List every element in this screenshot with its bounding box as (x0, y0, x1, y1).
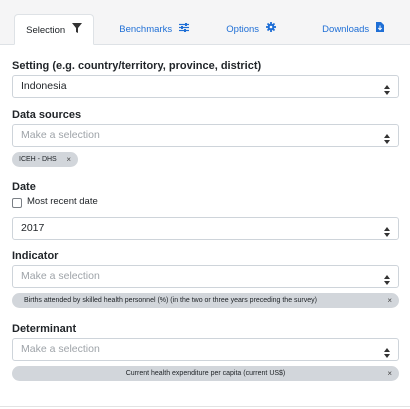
close-icon[interactable]: × (66, 152, 71, 167)
setting-select[interactable]: Indonesia (12, 75, 399, 98)
sort-caret-icon (384, 345, 390, 358)
determinant-chip[interactable]: Current health expenditure per capita (c… (12, 366, 399, 381)
determinant-select[interactable]: Make a selection (12, 338, 399, 361)
data-sources-placeholder: Make a selection (21, 129, 100, 141)
date-value: 2017 (21, 222, 45, 234)
tab-downloads-label: Downloads (322, 24, 370, 36)
close-icon[interactable]: × (387, 366, 392, 381)
date-label: Date (12, 181, 36, 193)
determinant-placeholder: Make a selection (21, 343, 100, 355)
tab-options-label: Options (226, 24, 260, 36)
most-recent-date-checkbox[interactable] (12, 198, 22, 208)
filter-icon (71, 15, 82, 46)
data-sources-label: Data sources (12, 109, 82, 121)
tab-benchmarks-label: Benchmarks (119, 24, 173, 36)
data-sources-select[interactable]: Make a selection (12, 124, 399, 147)
indicator-placeholder: Make a selection (21, 270, 100, 282)
gear-icon (265, 14, 276, 45)
setting-value: Indonesia (21, 80, 67, 92)
sort-caret-icon (384, 131, 390, 144)
tab-options[interactable]: Options (219, 14, 283, 45)
tab-selection[interactable]: Selection (14, 14, 94, 45)
sort-caret-icon (384, 82, 390, 95)
tab-bar: Selection Benchmarks Options Downloads (0, 0, 410, 45)
tab-benchmarks[interactable]: Benchmarks (112, 14, 196, 45)
sort-caret-icon (384, 224, 390, 237)
sliders-icon (178, 14, 189, 45)
close-icon[interactable]: × (387, 293, 392, 308)
determinant-chip-label: Current health expenditure per capita (c… (125, 370, 286, 377)
determinant-label: Determinant (12, 323, 77, 335)
data-source-chip[interactable]: ICEH - DHS × (12, 152, 78, 167)
indicator-chip-label: Births attended by skilled health person… (24, 297, 317, 304)
most-recent-date-label: Most recent date (27, 196, 98, 207)
indicator-chip[interactable]: Births attended by skilled health person… (12, 293, 399, 308)
file-download-icon (375, 14, 384, 45)
data-source-chip-label: ICEH - DHS (19, 156, 57, 163)
indicator-label: Indicator (12, 250, 59, 262)
divider (0, 406, 410, 407)
setting-label: Setting (e.g. country/territory, provinc… (12, 60, 262, 72)
sort-caret-icon (384, 272, 390, 285)
tab-selection-label: Selection (26, 25, 66, 37)
tab-downloads[interactable]: Downloads (313, 14, 393, 45)
indicator-select[interactable]: Make a selection (12, 265, 399, 288)
date-select[interactable]: 2017 (12, 217, 399, 240)
